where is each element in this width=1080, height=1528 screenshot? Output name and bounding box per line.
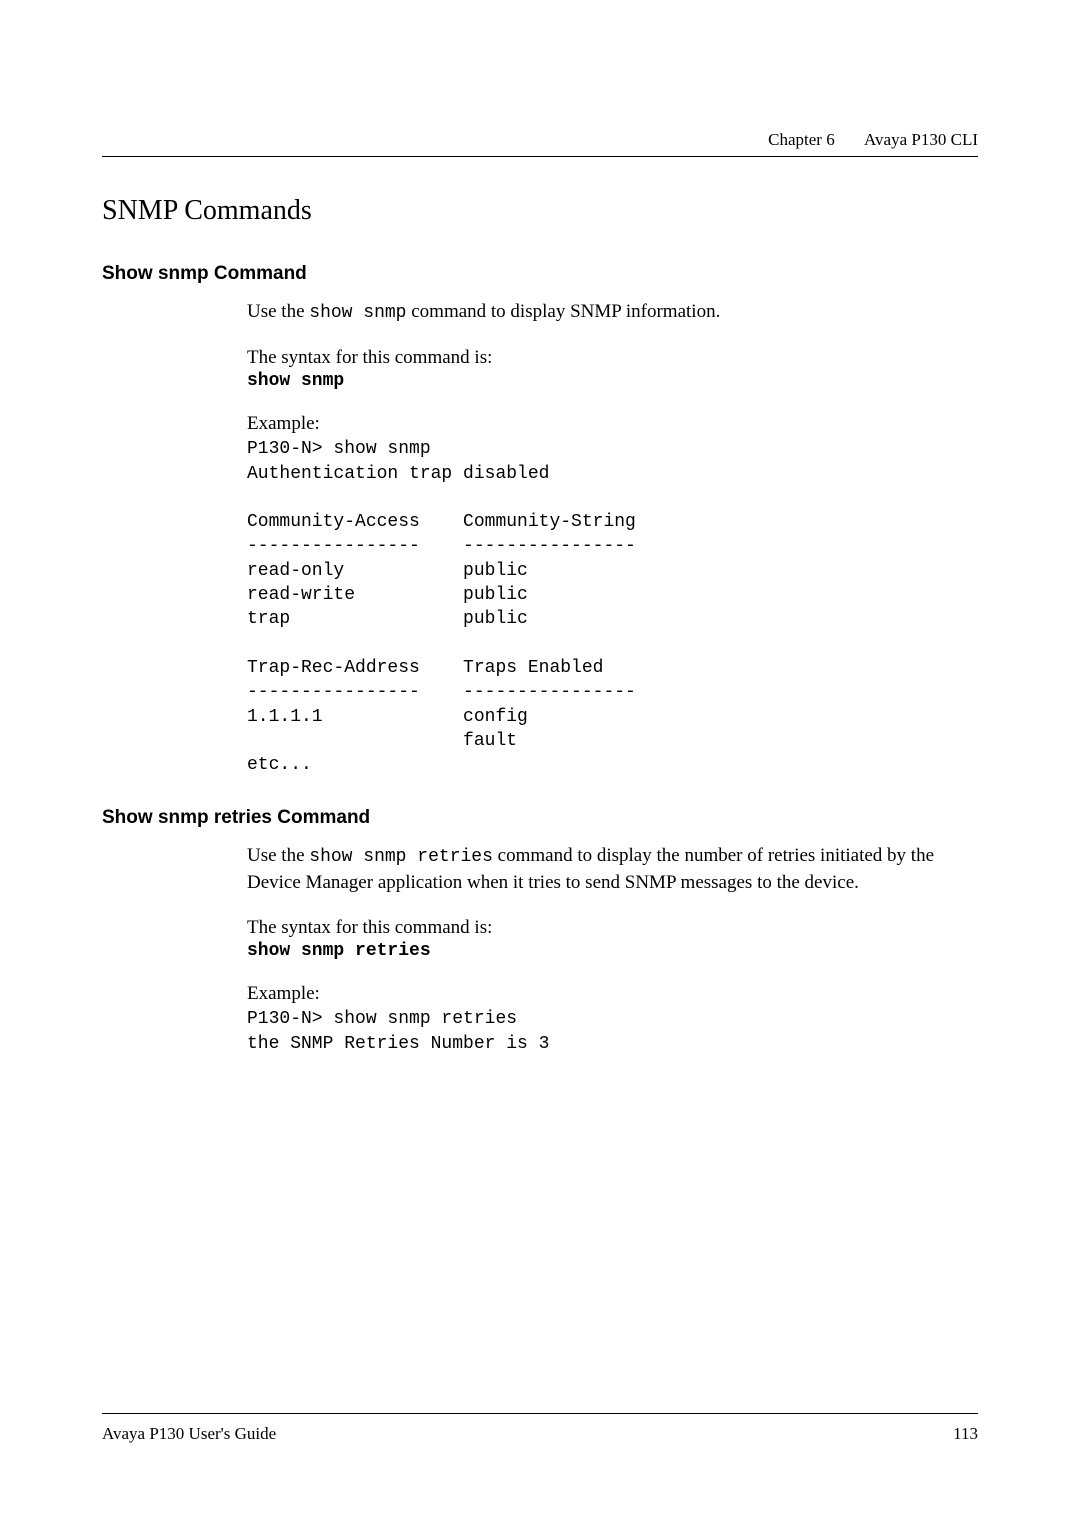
sub1-example-code: P130-N> show snmp Authentication trap di… xyxy=(247,437,978,777)
sub1-desc-post: command to display SNMP information. xyxy=(406,301,720,322)
chapter-label: Chapter 6 xyxy=(768,130,835,149)
sub2-syntax-label: The syntax for this command is: xyxy=(247,917,978,939)
sub2-description: Use the show snmp retries command to dis… xyxy=(247,843,978,895)
page-footer: Avaya P130 User's Guide 113 xyxy=(102,1413,978,1444)
page-header: Chapter 6 Avaya P130 CLI xyxy=(102,130,978,157)
sub2-desc-mono: show snmp retries xyxy=(309,847,493,867)
footer-page-number: 113 xyxy=(953,1424,978,1444)
sub2-desc-pre: Use the xyxy=(247,845,309,866)
sub1-desc-mono: show snmp xyxy=(309,303,406,323)
subsection-show-snmp: Show snmp Command xyxy=(102,263,978,285)
section-title: SNMP Commands xyxy=(102,195,978,227)
subsection-show-snmp-retries: Show snmp retries Command xyxy=(102,807,978,829)
sub2-example-label: Example: xyxy=(247,983,978,1005)
sub1-syntax-label: The syntax for this command is: xyxy=(247,347,978,369)
footer-left: Avaya P130 User's Guide xyxy=(102,1424,276,1444)
sub2-syntax-cmd: show snmp retries xyxy=(247,941,978,961)
sub1-example-label: Example: xyxy=(247,413,978,435)
sub1-desc-pre: Use the xyxy=(247,301,309,322)
sub1-syntax-cmd: show snmp xyxy=(247,371,978,391)
sub2-example-code: P130-N> show snmp retries the SNMP Retri… xyxy=(247,1007,978,1056)
sub1-description: Use the show snmp command to display SNM… xyxy=(247,299,978,325)
header-text: Chapter 6 Avaya P130 CLI xyxy=(102,130,978,150)
header-title: Avaya P130 CLI xyxy=(864,130,978,149)
